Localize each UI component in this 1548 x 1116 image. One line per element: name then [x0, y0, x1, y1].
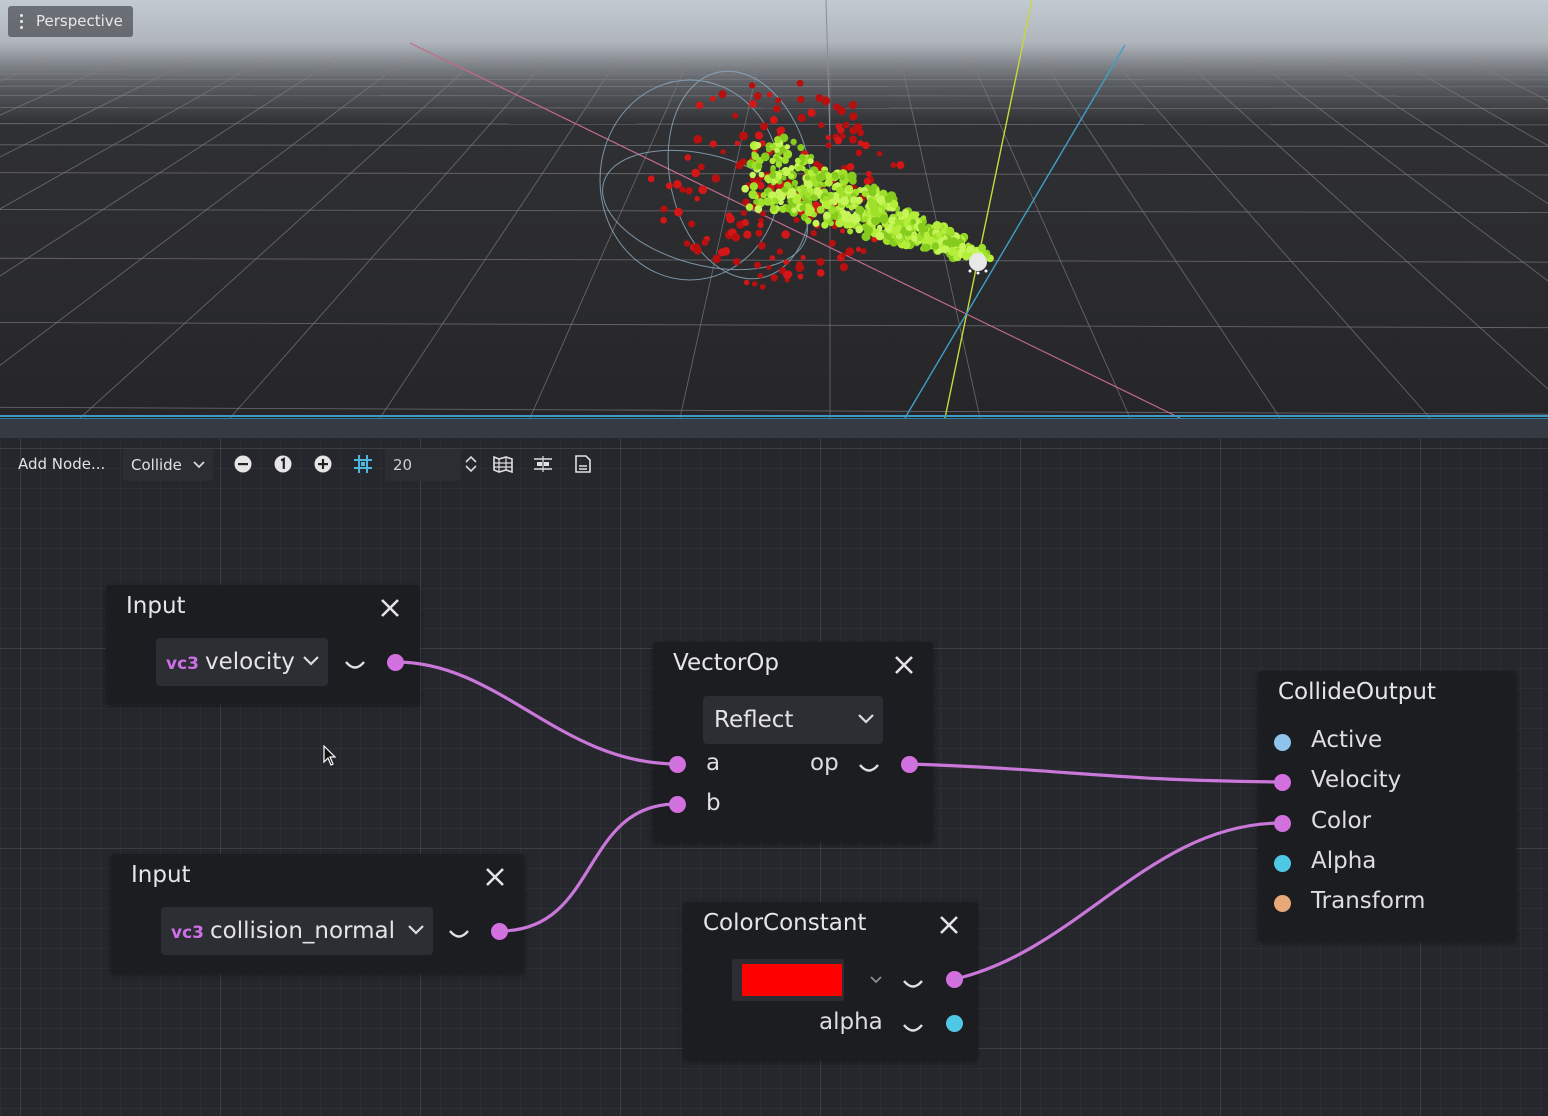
port-preview-icon[interactable]	[448, 928, 470, 942]
snap-distance-input[interactable]: 20	[385, 449, 461, 481]
mode-select-value: Collide	[131, 456, 182, 474]
output-port-alpha[interactable]	[946, 1015, 963, 1032]
port-label-b: b	[706, 790, 721, 816]
input-select-velocity[interactable]: vc3 velocity	[156, 638, 328, 686]
output-port-color[interactable]	[946, 971, 963, 988]
port-label-velocity: Velocity	[1311, 767, 1402, 793]
port-label-alpha: Alpha	[1311, 848, 1377, 874]
chevron-down-icon	[303, 656, 319, 666]
perspective-label: Perspective	[36, 12, 123, 30]
port-label-active: Active	[1311, 727, 1383, 753]
graph-toolbar: Add Node... Collide 20	[0, 438, 1548, 490]
port-label-a: a	[706, 750, 721, 776]
chevron-down-icon	[193, 461, 205, 469]
snap-distance-value: 20	[393, 456, 413, 474]
port-label-color: Color	[1311, 808, 1372, 834]
input-port-transform[interactable]	[1274, 895, 1291, 912]
viewport-scene	[0, 0, 1548, 418]
script-icon[interactable]	[572, 453, 594, 475]
port-label-transform: Transform	[1311, 888, 1426, 914]
output-port[interactable]	[491, 923, 508, 940]
close-icon[interactable]	[893, 654, 915, 676]
input-port-velocity[interactable]	[1274, 774, 1291, 791]
vector3-type-icon: vc3	[166, 654, 199, 674]
color-swatch	[742, 964, 842, 996]
panel-split-handle[interactable]	[0, 418, 1548, 438]
chevron-down-icon[interactable]	[869, 975, 883, 985]
input-select-value: velocity	[205, 649, 295, 675]
node-title: ColorConstant	[703, 910, 867, 936]
node-title: Input	[126, 593, 186, 619]
colorconstant-node[interactable]: ColorConstant alpha	[683, 902, 978, 1060]
minimap-icon[interactable]	[492, 453, 514, 475]
node-title: VectorOp	[673, 650, 779, 676]
mode-select[interactable]: Collide	[123, 449, 213, 481]
node-title: CollideOutput	[1278, 679, 1436, 705]
close-icon[interactable]	[938, 914, 960, 936]
operation-select-value: Reflect	[714, 707, 794, 733]
node-title: Input	[131, 862, 191, 888]
vectorop-node[interactable]: VectorOp Reflect a op b	[653, 642, 933, 842]
input-port-alpha[interactable]	[1274, 855, 1291, 872]
mouse-cursor-icon	[323, 745, 337, 766]
port-preview-icon[interactable]	[902, 978, 924, 992]
input-node-velocity[interactable]: Input vc3 velocity	[106, 585, 420, 704]
input-port-color[interactable]	[1274, 815, 1291, 832]
3d-viewport[interactable]: Perspective	[0, 0, 1548, 418]
add-node-button[interactable]: Add Node...	[18, 451, 105, 477]
vector3-type-icon: vc3	[171, 923, 204, 943]
perspective-menu-button[interactable]: Perspective	[8, 6, 133, 37]
output-port[interactable]	[387, 654, 404, 671]
port-preview-icon[interactable]	[858, 762, 880, 776]
chevron-down-icon	[858, 714, 874, 724]
port-label-op: op	[810, 750, 839, 776]
operation-select[interactable]: Reflect	[703, 696, 883, 744]
close-icon[interactable]	[484, 866, 506, 888]
zoom-out-icon[interactable]	[232, 453, 254, 475]
input-port-b[interactable]	[669, 796, 686, 813]
chevron-down-icon	[408, 925, 424, 935]
input-port-a[interactable]	[669, 756, 686, 773]
zoom-in-icon[interactable]	[312, 453, 334, 475]
input-select-value: collision_normal	[210, 918, 395, 944]
collideoutput-node[interactable]: CollideOutput Active Velocity Color Alph…	[1258, 671, 1516, 941]
input-port-active[interactable]	[1274, 734, 1291, 751]
close-icon[interactable]	[379, 597, 401, 619]
color-picker-button[interactable]	[732, 959, 844, 1001]
spin-arrows-icon[interactable]	[460, 453, 482, 475]
port-preview-icon[interactable]	[344, 659, 366, 673]
port-label-alpha: alpha	[819, 1009, 883, 1035]
menu-dots-icon	[20, 14, 24, 30]
input-node-collision-normal[interactable]: Input vc3 collision_normal	[111, 854, 524, 973]
zoom-reset-icon[interactable]	[272, 453, 294, 475]
port-preview-icon[interactable]	[902, 1022, 924, 1036]
output-port-op[interactable]	[901, 756, 918, 773]
arrange-nodes-icon[interactable]	[532, 453, 554, 475]
input-select-collision-normal[interactable]: vc3 collision_normal	[161, 907, 433, 955]
snap-grid-icon[interactable]	[352, 453, 374, 475]
